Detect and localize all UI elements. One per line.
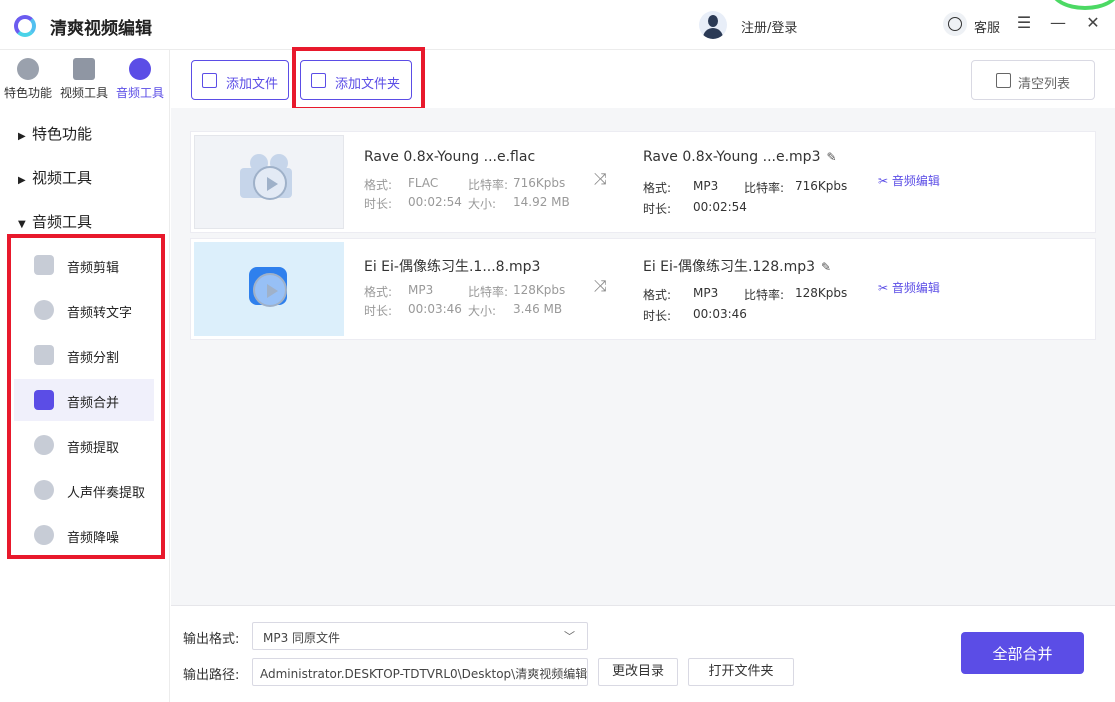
output-bitrate-label: 比特率: (744, 288, 785, 302)
source-duration: 00:02:54 (408, 195, 462, 209)
rename-pencil-icon[interactable]: ✎ (821, 260, 831, 274)
scissors-icon: ✂ (878, 281, 892, 295)
add-file-icon (202, 73, 217, 88)
source-format: MP3 (408, 283, 434, 297)
highlight-box-sidebar (7, 234, 165, 559)
source-size: 3.46 MB (513, 302, 563, 316)
title-bar: 清爽视频编辑 注册/登录 客服 ☰ — ✕ (0, 0, 1115, 50)
output-format-label: 输出格式: (183, 632, 240, 647)
output-duration: 00:02:54 (693, 200, 747, 214)
tree-feature[interactable]: ▶ 特色功能 (18, 123, 92, 144)
user-avatar-icon[interactable] (699, 11, 727, 39)
convert-arrow-icon: ⤨ (594, 276, 607, 295)
audio-icon (129, 58, 151, 80)
source-duration: 00:03:46 (408, 302, 462, 316)
menu-icon[interactable]: ☰ (1013, 13, 1035, 32)
add-file-button[interactable]: 添加文件 (191, 60, 289, 100)
tab-video-tools-label: 视频工具 (59, 86, 108, 100)
tree-feature-label: 特色功能 (32, 125, 93, 143)
output-format-select[interactable]: MP3 同原文件 ﹀ (252, 622, 588, 650)
app-title: 清爽视频编辑 (50, 19, 152, 39)
close-button[interactable]: ✕ (1082, 13, 1104, 32)
tab-audio-tools-label: 音频工具 (115, 86, 164, 100)
source-duration-label: 时长: (364, 304, 393, 318)
audio-thumbnail (194, 242, 344, 336)
source-format: FLAC (408, 176, 439, 190)
decor-arc (1050, 0, 1115, 10)
tab-feature[interactable]: 特色功能 (0, 56, 56, 101)
audio-edit-link[interactable]: ✂ 音频编辑 (878, 172, 940, 189)
output-format: MP3 (693, 286, 719, 300)
tab-feature-label: 特色功能 (3, 86, 52, 100)
audio-edit-link[interactable]: ✂ 音频编辑 (878, 279, 940, 296)
output-file-name-text: Rave 0.8x-Young ...e.mp3 (643, 149, 821, 165)
source-size-label: 大小: (468, 197, 497, 211)
output-settings-bar: 输出格式: MP3 同原文件 ﹀ 输出路径: Administrator.DESK… (171, 605, 1115, 702)
list-item[interactable]: Ei Ei-偶像练习生.1...8.mp3 格式: MP3 比特率: 128Kp… (190, 238, 1096, 340)
source-bitrate: 128Kpbs (513, 283, 566, 297)
play-icon[interactable] (253, 273, 287, 307)
audio-edit-label: 音频编辑 (891, 174, 940, 188)
output-format-value: MP3 同原文件 (263, 631, 341, 645)
chevron-down-icon: ﹀ (564, 630, 575, 643)
source-format-label: 格式: (364, 285, 393, 299)
output-bitrate-label: 比特率: (744, 181, 785, 195)
tab-audio-tools[interactable]: 音频工具 (112, 56, 168, 101)
caret-right-icon: ▶ (18, 175, 26, 186)
source-format-label: 格式: (364, 178, 393, 192)
app-logo-icon (14, 15, 36, 37)
caret-right-icon: ▶ (18, 131, 26, 142)
category-tabs: 特色功能 视频工具 音频工具 (0, 50, 170, 102)
output-duration: 00:03:46 (693, 307, 747, 321)
film-icon (73, 58, 95, 80)
login-link[interactable]: 注册/登录 (741, 17, 797, 36)
tree-audio-tools[interactable]: ▼ 音频工具 (18, 211, 92, 232)
output-file-name: Ei Ei-偶像练习生.128.mp3 ✎ (643, 256, 831, 276)
caret-down-icon: ▼ (18, 219, 26, 230)
clear-list-button[interactable]: 清空列表 (971, 60, 1095, 100)
tree-video-tools[interactable]: ▶ 视频工具 (18, 167, 92, 188)
output-path-field[interactable]: Administrator.DESKTOP-TDTVRL0\Desktop\清爽… (252, 658, 588, 686)
customer-service-icon[interactable] (943, 12, 967, 36)
source-duration-label: 时长: (364, 197, 393, 211)
rename-pencil-icon[interactable]: ✎ (826, 150, 836, 164)
merge-all-button[interactable]: 全部合并 (961, 632, 1084, 674)
source-bitrate-label: 比特率: (468, 285, 509, 299)
customer-service-link[interactable]: 客服 (974, 17, 1000, 36)
change-directory-button[interactable]: 更改目录 (598, 658, 678, 686)
source-bitrate: 716Kpbs (513, 176, 566, 190)
source-size-label: 大小: (468, 304, 497, 318)
source-file-name: Rave 0.8x-Young ...e.flac (364, 149, 536, 165)
minimize-button[interactable]: — (1047, 13, 1069, 32)
output-duration-label: 时长: (643, 309, 672, 323)
output-file-name-text: Ei Ei-偶像练习生.128.mp3 (643, 259, 816, 275)
output-bitrate: 716Kpbs (795, 179, 848, 193)
source-bitrate-label: 比特率: (468, 178, 509, 192)
output-format-label: 格式: (643, 181, 672, 195)
scissors-icon: ✂ (878, 174, 892, 188)
play-icon[interactable] (253, 166, 287, 200)
open-folder-button[interactable]: 打开文件夹 (688, 658, 794, 686)
output-bitrate: 128Kpbs (795, 286, 848, 300)
tab-video-tools[interactable]: 视频工具 (56, 56, 112, 101)
output-format-label: 格式: (643, 288, 672, 302)
output-duration-label: 时长: (643, 202, 672, 216)
tree-video-tools-label: 视频工具 (32, 169, 93, 187)
output-file-name: Rave 0.8x-Young ...e.mp3 ✎ (643, 149, 837, 165)
source-size: 14.92 MB (513, 195, 570, 209)
add-file-label: 添加文件 (226, 77, 279, 92)
file-list: Rave 0.8x-Young ...e.flac 格式: FLAC 比特率: … (171, 108, 1115, 605)
convert-arrow-icon: ⤨ (594, 169, 607, 188)
output-path-label: 输出路径: (183, 668, 240, 683)
audio-edit-label: 音频编辑 (891, 281, 940, 295)
source-file-name: Ei Ei-偶像练习生.1...8.mp3 (364, 259, 541, 275)
video-thumbnail (194, 135, 344, 229)
output-format: MP3 (693, 179, 719, 193)
highlight-box-add-folder (292, 47, 425, 111)
trash-icon (996, 73, 1011, 88)
clear-list-label: 清空列表 (1018, 77, 1071, 92)
list-item[interactable]: Rave 0.8x-Young ...e.flac 格式: FLAC 比特率: … (190, 131, 1096, 233)
tree-audio-tools-label: 音频工具 (32, 213, 93, 231)
star-icon (17, 58, 39, 80)
